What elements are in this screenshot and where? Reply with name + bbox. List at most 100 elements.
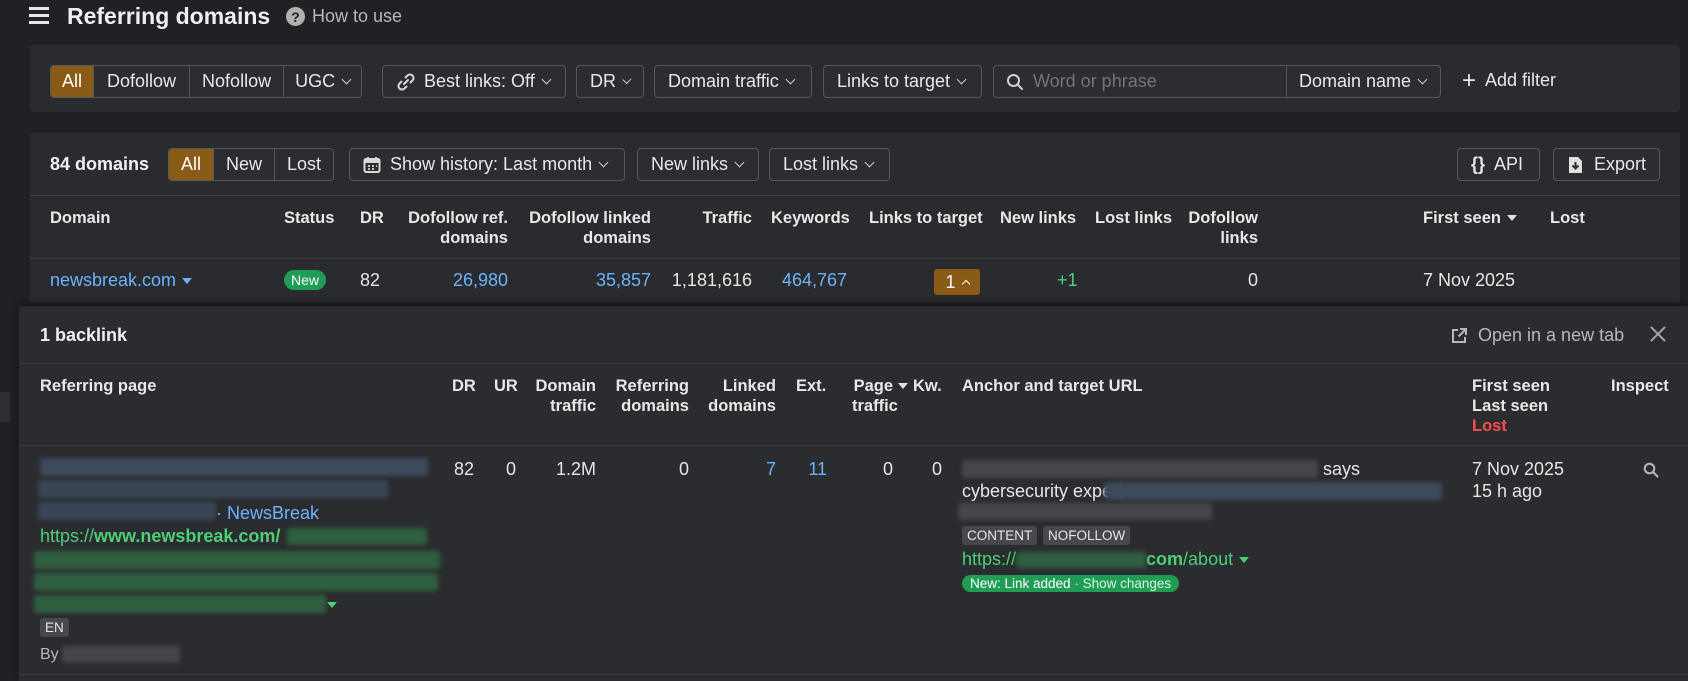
bl-col-seen[interactable]: First seen Last seen Lost xyxy=(1472,376,1550,436)
chevron-down-icon xyxy=(785,74,796,85)
best-links-dropdown[interactable]: Best links: Off xyxy=(382,65,566,98)
menu-icon[interactable] xyxy=(29,7,49,25)
bl-row-kw: 0 xyxy=(931,459,942,479)
domain-link-text: newsbreak.com xyxy=(50,270,177,290)
bl-col-referring-domains-line1: Referring xyxy=(615,377,689,395)
bl-col-anchor[interactable]: Anchor and target URL xyxy=(962,376,1143,396)
show-history-dropdown[interactable]: Show history: Last month xyxy=(349,148,625,181)
ugc-label: UGC xyxy=(295,71,336,91)
bl-col-page-traffic-label: Page xyxy=(853,377,893,395)
bl-row-domain-traffic: 1.2M xyxy=(555,459,596,479)
domain-link[interactable]: newsbreak.com xyxy=(50,270,193,291)
link-type-dofollow[interactable]: Dofollow xyxy=(94,66,191,97)
change-badge: New: Link added · Show changes xyxy=(962,575,1180,592)
caret-down-icon xyxy=(1239,556,1250,563)
bl-col-linked-domains[interactable]: Linked domains xyxy=(698,376,776,416)
col-dofollow-linked-domains[interactable]: Dofollow linked domains xyxy=(520,208,651,248)
col-lost[interactable]: Lost xyxy=(1550,208,1585,228)
new-links-dropdown[interactable]: New links xyxy=(637,148,759,181)
bl-row-linked-domains[interactable]: 7 xyxy=(730,459,776,480)
col-dofollow-ref-domains[interactable]: Dofollow ref. domains xyxy=(395,208,508,248)
url-expand-caret-icon[interactable] xyxy=(327,602,337,608)
target-url[interactable]: https:// com/about xyxy=(962,549,1250,570)
col-dofollow-links-line2: links xyxy=(1220,229,1258,247)
page-title: Referring domains xyxy=(67,3,271,29)
col-first-seen[interactable]: First seen xyxy=(1423,208,1517,228)
chevron-down-icon xyxy=(864,157,875,168)
row-traffic: 1,181,616 xyxy=(671,270,752,290)
url-domain: www.newsbreak.com/ xyxy=(94,526,281,546)
col-dofollow-links[interactable]: Dofollow links xyxy=(1180,208,1258,248)
chevron-down-icon xyxy=(541,74,552,85)
col-traffic[interactable]: Traffic xyxy=(660,208,752,228)
col-domain[interactable]: Domain xyxy=(50,208,111,228)
tab-new[interactable]: New xyxy=(214,149,276,180)
search-scope-dropdown[interactable]: Domain name xyxy=(1286,65,1442,98)
tab-lost[interactable]: Lost xyxy=(275,149,334,180)
lost-links-dropdown[interactable]: Lost links xyxy=(769,148,890,181)
bl-col-domain-traffic-line2: traffic xyxy=(550,397,596,415)
referring-page-site-name[interactable]: · NewsBreak xyxy=(216,503,319,524)
search-input[interactable] xyxy=(1033,71,1278,92)
bl-col-page-traffic[interactable]: Page traffic xyxy=(840,376,908,416)
bl-col-domain-traffic[interactable]: Domain traffic xyxy=(530,376,596,416)
tab-all[interactable]: All xyxy=(169,149,215,180)
chevron-down-icon xyxy=(341,74,352,85)
chevron-down-icon xyxy=(598,157,609,168)
bl-col-ext[interactable]: Ext. xyxy=(796,376,826,396)
close-icon[interactable] xyxy=(1649,325,1667,343)
col-links-to-target[interactable]: Links to target xyxy=(869,208,983,228)
open-new-tab-link[interactable]: Open in a new tab xyxy=(1450,325,1624,346)
blurred-url xyxy=(287,528,427,545)
how-to-use-label: How to use xyxy=(312,6,403,26)
links-to-target-toggle[interactable]: 1 xyxy=(934,269,980,295)
search-scope-label: Domain name xyxy=(1299,71,1412,91)
bl-col-dr[interactable]: DR xyxy=(452,376,476,396)
row-dr: 82 xyxy=(360,270,381,290)
show-changes-link[interactable]: Show changes xyxy=(1083,576,1172,591)
add-filter-label: Add filter xyxy=(1485,70,1557,90)
row-new-links[interactable]: +1 xyxy=(1057,270,1078,291)
target-url-prefix: https:// xyxy=(962,549,1017,569)
add-filter-button[interactable]: + Add filter xyxy=(1462,68,1557,92)
referring-page-url[interactable]: https://www.newsbreak.com/ xyxy=(40,526,280,547)
bl-col-inspect[interactable]: Inspect xyxy=(1611,376,1669,396)
bl-col-ur[interactable]: UR xyxy=(494,376,518,396)
dot-separator: · xyxy=(216,503,227,523)
inspect-search-icon[interactable] xyxy=(1643,462,1659,478)
content-tag: CONTENT xyxy=(962,526,1038,545)
row-dofollow-ref-domains[interactable]: 26,980 xyxy=(420,270,508,291)
link-type-nofollow[interactable]: Nofollow xyxy=(190,66,285,97)
backlink-bottom-divider xyxy=(19,674,1688,675)
domain-traffic-dropdown[interactable]: Domain traffic xyxy=(654,65,812,98)
bl-row-referring-domains: 0 xyxy=(678,459,689,479)
search-group: Domain name xyxy=(993,65,1441,98)
col-new-links[interactable]: New links xyxy=(1000,208,1076,228)
table-header-divider xyxy=(30,195,1680,196)
bl-col-referring-domains[interactable]: Referring domains xyxy=(605,376,689,416)
links-to-target-dropdown[interactable]: Links to target xyxy=(823,65,982,98)
col-lost-links[interactable]: Lost links xyxy=(1095,208,1172,228)
bl-row-ext[interactable]: 11 xyxy=(790,459,827,480)
lost-links-label: Lost links xyxy=(783,154,859,174)
export-icon xyxy=(1568,156,1582,173)
chevron-down-icon xyxy=(734,157,745,168)
dr-dropdown[interactable]: DR xyxy=(576,65,644,98)
target-url-path: /about xyxy=(1183,549,1234,569)
how-to-use-link[interactable]: ? How to use xyxy=(286,6,402,27)
bl-col-kw[interactable]: Kw. xyxy=(913,376,942,396)
link-type-all[interactable]: All xyxy=(51,66,95,97)
col-keywords[interactable]: Keywords xyxy=(771,208,850,228)
bl-col-first-seen: First seen xyxy=(1472,377,1550,395)
bl-row-page-traffic: 0 xyxy=(882,459,893,479)
row-keywords[interactable]: 464,767 xyxy=(782,270,847,291)
row-dofollow-linked-domains[interactable]: 35,857 xyxy=(560,270,651,291)
bl-col-referring-page[interactable]: Referring page xyxy=(40,376,156,396)
col-dr[interactable]: DR xyxy=(360,208,384,228)
col-dofollow-links-line1: Dofollow xyxy=(1188,209,1258,227)
links-to-target-count: 1 xyxy=(945,271,956,292)
col-status[interactable]: Status xyxy=(284,208,334,228)
export-button[interactable]: Export xyxy=(1553,148,1660,181)
link-type-ugc[interactable]: UGC xyxy=(284,66,362,97)
api-button[interactable]: {} API xyxy=(1457,148,1540,181)
